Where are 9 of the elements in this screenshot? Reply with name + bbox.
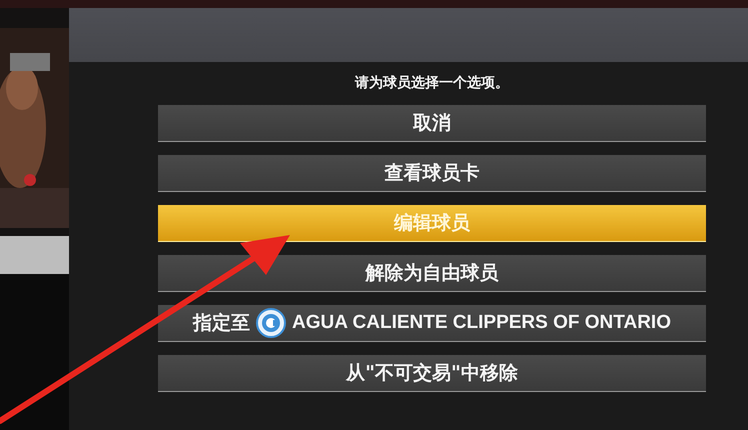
menu-option[interactable]: 查看球员卡 — [158, 155, 706, 192]
team-name: AGUA CALIENTE CLIPPERS OF ONTARIO — [292, 312, 671, 334]
menu-option[interactable]: 指定至 AGUA CALIENTE CLIPPERS OF ONTARIO — [158, 305, 706, 342]
menu-option[interactable]: 从"不可交易"中移除 — [158, 355, 706, 392]
option-label: 指定至 — [193, 311, 250, 336]
menu-option[interactable]: 取消 — [158, 105, 706, 142]
team-logo-icon — [256, 308, 286, 338]
menu-option[interactable]: 解除为自由球员 — [158, 255, 706, 292]
dialog-prompt: 请为球员选择一个选项。 — [354, 74, 510, 93]
